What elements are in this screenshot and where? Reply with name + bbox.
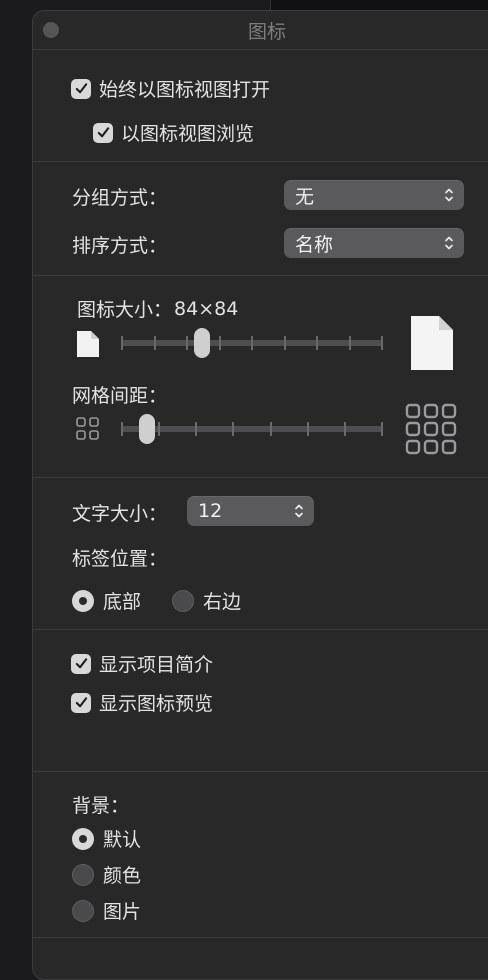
background-color-label: 颜色	[103, 865, 142, 887]
text-size-value: 12	[198, 500, 223, 522]
label-position-label: 标签位置：	[72, 548, 168, 570]
background-default-option[interactable]: 默认	[72, 825, 141, 852]
grid-spacing-label: 网格间距：	[72, 385, 168, 407]
large-grid-icon	[405, 403, 457, 455]
sorting-select[interactable]: 名称	[284, 228, 464, 258]
grouping-select[interactable]: 无	[284, 180, 464, 210]
checkmark-icon	[97, 127, 109, 138]
background-picture-radio[interactable]	[72, 899, 94, 922]
sorting-row: 排序方式：	[72, 231, 167, 258]
show-icon-preview-label: 显示图标预览	[99, 693, 214, 715]
grouping-label: 分组方式：	[72, 187, 168, 209]
browse-icon-view-label: 以图标视图浏览	[121, 123, 255, 145]
sorting-label: 排序方式：	[72, 235, 168, 257]
window-title: 图标	[247, 21, 286, 43]
slider-tick	[153, 336, 156, 350]
text-size-row: 文字大小：	[72, 499, 167, 526]
icon-size-slider-thumb[interactable]	[194, 328, 211, 358]
background-row: 背景：	[72, 791, 129, 818]
divider	[33, 275, 488, 276]
up-down-chevron-icon	[295, 504, 303, 518]
background-picture-label: 图片	[103, 901, 142, 923]
background-label: 背景：	[72, 795, 130, 817]
show-item-info-option[interactable]: 显示项目简介	[71, 650, 213, 677]
small-grid-icon	[76, 417, 99, 440]
show-icon-preview-checkbox[interactable]	[71, 692, 91, 713]
up-down-chevron-icon	[445, 236, 453, 250]
label-position-right-option[interactable]: 右边	[172, 587, 241, 614]
grid-spacing-row: 网格间距：	[72, 381, 167, 408]
background-picture-option[interactable]: 图片	[72, 897, 141, 924]
small-document-icon	[77, 331, 99, 357]
background-color-radio[interactable]	[72, 863, 94, 886]
label-position-bottom-label: 底部	[103, 591, 142, 613]
show-icon-preview-option[interactable]: 显示图标预览	[71, 689, 213, 716]
slider-tick	[306, 422, 309, 436]
slider-tick	[381, 336, 383, 350]
label-position-right-radio[interactable]	[172, 589, 194, 612]
title-bar: 图标	[33, 11, 488, 50]
slider-tick	[158, 422, 161, 436]
always-open-icon-view-option[interactable]: 始终以图标视图打开	[71, 75, 270, 102]
divider	[33, 771, 488, 772]
label-position-right-label: 右边	[203, 591, 242, 613]
slider-tick	[121, 336, 123, 350]
slider-tick	[283, 336, 286, 350]
divider	[33, 629, 488, 630]
checkmark-icon	[75, 83, 87, 94]
slider-tick	[381, 422, 383, 436]
icon-size-value: 84×84	[174, 297, 239, 320]
background-color-option[interactable]: 颜色	[72, 861, 141, 888]
slider-tick	[316, 336, 318, 350]
slider-tick	[195, 422, 198, 436]
divider	[33, 477, 488, 478]
always-open-icon-view-label: 始终以图标视图打开	[99, 79, 271, 101]
always-open-icon-view-checkbox[interactable]	[71, 78, 91, 99]
grouping-value: 无	[295, 185, 315, 208]
slider-tick	[348, 336, 351, 350]
show-item-info-label: 显示项目简介	[99, 654, 214, 676]
checkmark-icon	[75, 658, 87, 669]
label-position-bottom-radio[interactable]	[72, 589, 94, 612]
slider-tick	[121, 422, 123, 436]
view-options-panel: 图标 始终以图标视图打开 以图标视图浏览 分组方式： 无 排序方式： 名称 图标…	[32, 10, 488, 980]
up-down-chevron-icon	[445, 188, 453, 202]
browse-icon-view-option[interactable]: 以图标视图浏览	[93, 119, 254, 146]
slider-tick	[269, 422, 272, 436]
grid-spacing-slider-thumb[interactable]	[139, 414, 156, 444]
slider-tick	[218, 336, 221, 350]
text-size-select[interactable]: 12	[187, 496, 314, 526]
divider	[33, 937, 488, 938]
slider-tick	[251, 336, 253, 350]
checkmark-icon	[75, 697, 87, 708]
browse-icon-view-checkbox[interactable]	[93, 122, 113, 143]
label-position-bottom-option[interactable]: 底部	[72, 587, 141, 614]
label-position-row: 标签位置：	[72, 544, 167, 571]
show-item-info-checkbox[interactable]	[71, 653, 91, 674]
icon-size-row: 图标大小： 84×84	[77, 295, 238, 322]
icon-size-label: 图标大小：	[77, 299, 173, 321]
background-default-label: 默认	[103, 829, 142, 851]
slider-tick	[186, 336, 188, 350]
slider-tick	[232, 422, 235, 436]
text-size-label: 文字大小：	[72, 503, 168, 525]
divider	[33, 161, 488, 162]
large-document-icon	[411, 316, 453, 370]
background-default-radio[interactable]	[72, 827, 94, 850]
grouping-row: 分组方式：	[72, 183, 167, 210]
sorting-value: 名称	[295, 233, 334, 256]
slider-tick	[343, 422, 346, 436]
